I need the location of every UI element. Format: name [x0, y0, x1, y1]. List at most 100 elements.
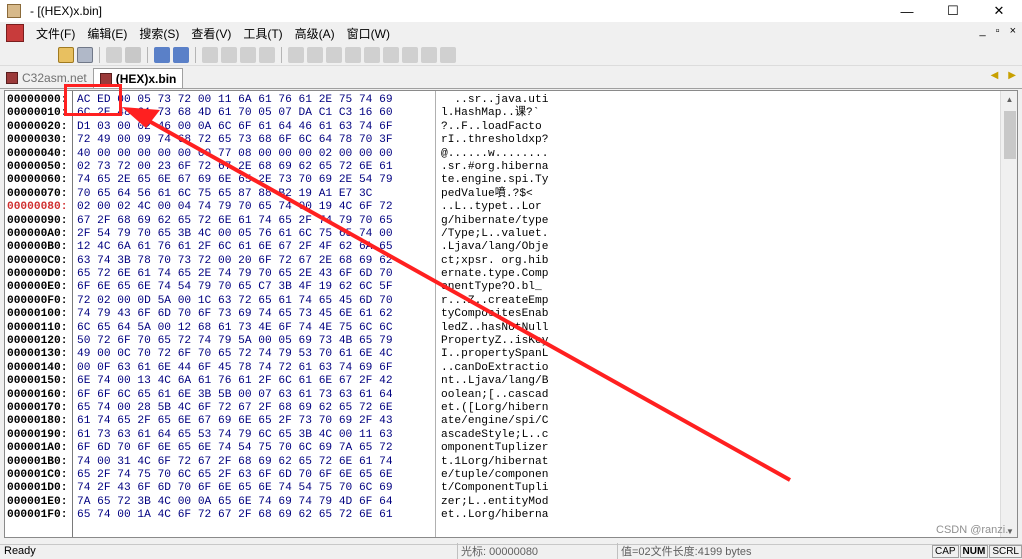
- open-file-icon[interactable]: [58, 46, 74, 63]
- grid-icon[interactable]: [326, 46, 342, 63]
- ascii-row[interactable]: ..L..typet..Lor: [441, 201, 601, 214]
- ascii-row[interactable]: ascadeStyle;L..c: [441, 429, 601, 442]
- copy-icon[interactable]: [106, 46, 122, 63]
- hex-row[interactable]: 50 72 6F 70 65 72 74 79 5A 00 05 69 73 4…: [77, 335, 417, 348]
- hex-row[interactable]: D1 03 00 02 46 00 0A 6C 6F 61 64 46 61 6…: [77, 121, 417, 134]
- window-icon[interactable]: [440, 46, 456, 63]
- back-arrow-icon[interactable]: [154, 46, 170, 63]
- ascii-row[interactable]: ..canDoExtractio: [441, 362, 601, 375]
- ascii-row[interactable]: .sr.#org.hiberna: [441, 161, 601, 174]
- tab-next-icon[interactable]: ▶: [1008, 70, 1016, 81]
- hex-row[interactable]: 02 73 72 00 23 6F 72 67 2E 68 69 62 65 7…: [77, 161, 417, 174]
- menu-view[interactable]: 查看(V): [185, 25, 237, 42]
- ascii-row[interactable]: r...Z..createEmp: [441, 295, 601, 308]
- close-button[interactable]: ✕: [976, 0, 1022, 22]
- ascii-row[interactable]: rI..thresholdxp?: [441, 134, 601, 147]
- maximize-button[interactable]: ☐: [930, 0, 976, 22]
- ascii-row[interactable]: I..propertySpanL: [441, 348, 601, 361]
- menu-tools[interactable]: 工具(T): [237, 25, 288, 42]
- ascii-row[interactable]: g/hibernate/type: [441, 215, 601, 228]
- ascii-row[interactable]: onentType?O.bl_: [441, 281, 601, 294]
- hex-row[interactable]: 74 79 43 6F 6D 70 6F 73 69 74 65 73 45 6…: [77, 308, 417, 321]
- hex-row[interactable]: 40 00 00 00 00 00 00 77 08 00 00 00 02 0…: [77, 148, 417, 161]
- vertical-scrollbar[interactable]: ▲ ▼: [1000, 91, 1017, 537]
- menu-advanced[interactable]: 高级(A): [289, 25, 341, 42]
- hex-row[interactable]: 65 74 00 1A 4C 6F 72 67 2F 68 69 62 65 7…: [77, 509, 417, 522]
- rows-icon[interactable]: [402, 46, 418, 63]
- menu-search[interactable]: 搜索(S): [133, 25, 185, 42]
- hex-row[interactable]: 65 72 6E 61 74 65 2E 74 79 70 65 2E 43 6…: [77, 268, 417, 281]
- ascii-column[interactable]: ..sr..java.uti l.HashMap..课?` ?..F..loadFa…: [441, 94, 601, 523]
- menu-window[interactable]: 窗口(W): [341, 25, 396, 42]
- print-icon[interactable]: [125, 46, 141, 63]
- mdi-restore-button[interactable]: ▫: [996, 25, 1000, 37]
- ascii-row[interactable]: tyCompositesEnab: [441, 308, 601, 321]
- tool-icon[interactable]: [221, 46, 237, 63]
- ascii-row[interactable]: e/tuple/componen: [441, 469, 601, 482]
- ascii-row[interactable]: PropertyZ..isKey: [441, 335, 601, 348]
- ascii-row[interactable]: ?..F..loadFacto: [441, 121, 601, 134]
- save-icon[interactable]: [77, 46, 93, 63]
- hex-row[interactable]: 49 00 0C 70 72 6F 70 65 72 74 79 53 70 6…: [77, 348, 417, 361]
- ascii-row[interactable]: ernate.type.Comp: [441, 268, 601, 281]
- mdi-close-button[interactable]: ×: [1010, 25, 1016, 37]
- ascii-row[interactable]: et..Lorg/hiberna: [441, 509, 601, 522]
- menu-file[interactable]: 文件(F): [30, 25, 81, 42]
- ascii-row[interactable]: ate/engine/spi/C: [441, 415, 601, 428]
- hex-row[interactable]: 74 2F 43 6F 6D 70 6F 6E 65 6E 74 54 75 7…: [77, 482, 417, 495]
- globe-icon[interactable]: [288, 46, 304, 63]
- ascii-row[interactable]: ..sr..java.uti: [441, 94, 601, 107]
- ascii-row[interactable]: ledZ..hasNotNull: [441, 322, 601, 335]
- hex-row[interactable]: 6C 2E 48 61 73 68 4D 61 70 05 07 DA C1 C…: [77, 107, 417, 120]
- settings-icon[interactable]: [259, 46, 275, 63]
- edit-icon[interactable]: [202, 46, 218, 63]
- ascii-row[interactable]: t.1Lorg/hibernat: [441, 456, 601, 469]
- hex-row[interactable]: 00 0F 63 61 6E 44 6F 45 78 74 72 61 63 7…: [77, 362, 417, 375]
- ascii-row[interactable]: zer;L..entityMod: [441, 496, 601, 509]
- ascii-row[interactable]: et.([Lorg/hibern: [441, 402, 601, 415]
- ascii-row[interactable]: @......w........: [441, 148, 601, 161]
- table-icon[interactable]: [421, 46, 437, 63]
- scroll-thumb[interactable]: [1004, 111, 1016, 159]
- mdi-minimize-button[interactable]: _: [980, 25, 986, 37]
- hex-row[interactable]: 74 00 31 4C 6F 72 67 2F 68 69 62 65 72 6…: [77, 456, 417, 469]
- minimize-button[interactable]: —: [884, 0, 930, 22]
- hex-row[interactable]: 63 74 3B 78 70 73 72 00 20 6F 72 67 2E 6…: [77, 255, 417, 268]
- hex-row[interactable]: AC ED 00 05 73 72 00 11 6A 61 76 61 2E 7…: [77, 94, 417, 107]
- ascii-row[interactable]: te.engine.spi.Ty: [441, 174, 601, 187]
- ascii-row[interactable]: nt..Ljava/lang/B: [441, 375, 601, 388]
- hex-row[interactable]: 61 73 63 61 64 65 53 74 79 6C 65 3B 4C 0…: [77, 429, 417, 442]
- hex-row[interactable]: 6F 6E 65 6E 74 54 79 70 65 C7 3B 4F 19 6…: [77, 281, 417, 294]
- hex-row[interactable]: 6F 6D 70 6F 6E 65 6E 74 54 75 70 6C 69 7…: [77, 442, 417, 455]
- split-icon[interactable]: [364, 46, 380, 63]
- ascii-row[interactable]: .Ljava/lang/Obje: [441, 241, 601, 254]
- ascii-row[interactable]: oolean;[..cascad: [441, 389, 601, 402]
- layout-icon[interactable]: [345, 46, 361, 63]
- ascii-row[interactable]: t/ComponentTupli: [441, 482, 601, 495]
- hex-row[interactable]: 65 74 00 28 5B 4C 6F 72 67 2F 68 69 62 6…: [77, 402, 417, 415]
- forward-arrow-icon[interactable]: [173, 46, 189, 63]
- format-icon[interactable]: [240, 46, 256, 63]
- ascii-row[interactable]: l.HashMap..课?`: [441, 107, 601, 120]
- hex-row[interactable]: 70 65 64 56 61 6C 75 65 87 88 B2 19 A1 E…: [77, 188, 417, 201]
- hex-row[interactable]: 67 2F 68 69 62 65 72 6E 61 74 65 2F 74 7…: [77, 215, 417, 228]
- hex-row[interactable]: 02 00 02 4C 00 04 74 79 70 65 74 00 19 4…: [77, 201, 417, 214]
- document-icon[interactable]: [6, 24, 24, 42]
- hex-row[interactable]: 7A 65 72 3B 4C 00 0A 65 6E 74 69 74 79 4…: [77, 496, 417, 509]
- hex-row[interactable]: 72 49 00 09 74 68 72 65 73 68 6F 6C 64 7…: [77, 134, 417, 147]
- columns-icon[interactable]: [383, 46, 399, 63]
- hex-row[interactable]: 12 4C 6A 61 76 61 2F 6C 61 6E 67 2F 4F 6…: [77, 241, 417, 254]
- app-icon[interactable]: [7, 4, 21, 18]
- menu-edit[interactable]: 编辑(E): [81, 25, 133, 42]
- hex-row[interactable]: 74 65 2E 65 6E 67 69 6E 65 2E 73 70 69 2…: [77, 174, 417, 187]
- scroll-up-icon[interactable]: ▲: [1001, 91, 1017, 107]
- ascii-row[interactable]: omponentTuplizer: [441, 442, 601, 455]
- hex-column[interactable]: AC ED 00 05 73 72 00 11 6A 61 76 61 2E 7…: [77, 94, 417, 523]
- hex-row[interactable]: 6C 65 64 5A 00 12 68 61 73 4E 6F 74 4E 7…: [77, 322, 417, 335]
- tab-prev-icon[interactable]: ◀: [991, 70, 999, 81]
- hex-row[interactable]: 6F 6F 6C 65 61 6E 3B 5B 00 07 63 61 73 6…: [77, 389, 417, 402]
- hex-row[interactable]: 2F 54 79 70 65 3B 4C 00 05 76 61 6C 75 6…: [77, 228, 417, 241]
- hex-row[interactable]: 72 02 00 0D 5A 00 1C 63 72 65 61 74 65 4…: [77, 295, 417, 308]
- hex-editor[interactable]: 00000000: 00000010: 00000020: 00000030: 0000…: [4, 90, 1018, 538]
- hex-row[interactable]: 6E 74 00 13 4C 6A 61 76 61 2F 6C 61 6E 6…: [77, 375, 417, 388]
